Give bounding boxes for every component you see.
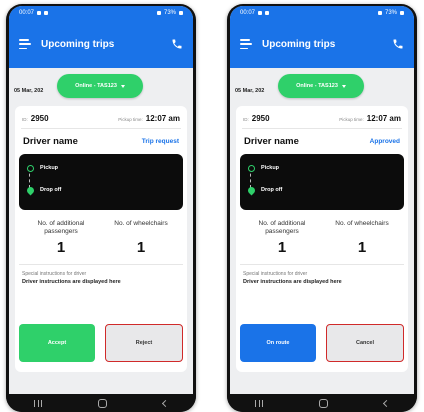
location-pin-icon [25, 185, 36, 195]
trip-card: ID: 2950 Pickup time: 12:07 am Driver na… [15, 106, 187, 372]
page-title: Upcoming trips [41, 38, 115, 50]
wheelchairs-value: 1 [136, 239, 146, 256]
wheelchairs-count: No. of wheelchairs 1 [322, 220, 402, 256]
trip-id: 2950 [30, 113, 49, 123]
passengers-count: No. of additional passengers 1 [21, 220, 101, 256]
status-bar: 00:07 73% [230, 6, 414, 20]
driver-name: Driver name [244, 135, 299, 147]
trip-date: 05 Mar, 202 [14, 88, 44, 94]
pickup-marker-icon [27, 164, 34, 172]
trip-status: Trip request [141, 137, 179, 145]
trip-id-label: ID: [243, 116, 249, 122]
phone-icon[interactable] [171, 38, 183, 50]
android-nav-bar [6, 394, 196, 412]
passengers-value: 1 [277, 239, 287, 256]
driver-row: Driver name Approved [236, 129, 408, 153]
trip-counts: No. of additional passengers 1 No. of wh… [15, 220, 187, 256]
driver-name: Driver name [23, 135, 78, 147]
app-bar: Upcoming trips [9, 20, 193, 68]
online-status-label: Online - TAS123 [296, 83, 338, 89]
trip-id: 2950 [251, 113, 270, 123]
trip-header: ID: 2950 Pickup time: 12:07 am [15, 106, 187, 124]
android-nav-bar [227, 394, 417, 412]
instructions-text: Driver instructions are displayed here [22, 279, 121, 285]
online-status-dropdown[interactable]: Online - TAS123 [57, 74, 143, 98]
menu-icon[interactable] [240, 39, 252, 49]
passengers-value: 1 [56, 239, 66, 256]
wheelchairs-label: No. of wheelchairs [335, 220, 389, 227]
trip-card: ID: 2950 Pickup time: 12:07 am Driver na… [236, 106, 408, 372]
pickup-time: 12:07 am [145, 113, 180, 123]
recents-icon[interactable] [34, 399, 42, 407]
on-route-button[interactable]: On route [240, 324, 316, 362]
menu-icon[interactable] [19, 39, 31, 49]
notification-icon [265, 11, 270, 15]
back-icon[interactable] [382, 399, 391, 407]
page-title: Upcoming trips [262, 38, 336, 50]
pickup-time-label: Pickup time: [339, 116, 364, 122]
chevron-down-icon [341, 84, 346, 88]
passengers-label: No. of additional passengers [258, 220, 306, 235]
driver-row: Driver name Trip request [15, 129, 187, 153]
phone-mockup-trip-request: 00:07 73% Upcoming trips 05 Mar, 202 Onl… [6, 4, 196, 412]
back-icon[interactable] [161, 399, 170, 407]
trip-status: Approved [369, 137, 400, 145]
online-status-label: Online - TAS123 [75, 83, 117, 89]
chevron-down-icon [120, 84, 125, 88]
status-time: 00:07 [19, 10, 35, 16]
notification-icon [258, 11, 263, 15]
status-time: 00:07 [240, 10, 256, 16]
stop-label: Pickup [261, 165, 280, 171]
phone-screen: 00:07 73% Upcoming trips 05 Mar, 202 Onl… [230, 6, 414, 398]
cancel-button[interactable]: Cancel [326, 324, 404, 362]
instructions-title: Special instructions for driver [243, 271, 308, 277]
battery-icon [179, 11, 183, 15]
stop-label: Pickup [40, 165, 59, 171]
recents-icon[interactable] [255, 399, 263, 407]
battery-icon [400, 11, 404, 15]
status-bar: 00:07 73% [9, 6, 193, 20]
online-status-dropdown[interactable]: Online - TAS123 [278, 74, 364, 98]
phone-screen: 00:07 73% Upcoming trips 05 Mar, 202 Onl… [9, 6, 193, 398]
stop-label: Drop off [40, 187, 62, 193]
location-pin-icon [246, 185, 257, 195]
battery-level: 73% [163, 10, 176, 16]
trip-counts: No. of additional passengers 1 No. of wh… [236, 220, 408, 256]
phone-icon[interactable] [392, 38, 404, 50]
stop-pickup: Pickup [27, 162, 175, 174]
pickup-time: 12:07 am [366, 113, 401, 123]
instructions-title: Special instructions for driver [22, 271, 87, 277]
route-box: Pickup Drop off [19, 154, 183, 210]
phone-mockup-approved: 00:07 73% Upcoming trips 05 Mar, 202 Onl… [227, 4, 417, 412]
action-buttons: Accept Reject [19, 324, 183, 362]
passengers-label: No. of additional passengers [37, 220, 85, 235]
app-bar: Upcoming trips [230, 20, 414, 68]
route-box: Pickup Drop off [240, 154, 404, 210]
stop-dropoff: Drop off [246, 184, 396, 196]
home-icon[interactable] [98, 398, 107, 408]
trip-header: ID: 2950 Pickup time: 12:07 am [236, 106, 408, 124]
stop-dropoff: Drop off [25, 184, 175, 196]
signal-icon [377, 11, 382, 15]
action-buttons: On route Cancel [240, 324, 404, 362]
instructions-text: Driver instructions are displayed here [243, 279, 342, 285]
stop-label: Drop off [261, 187, 283, 193]
trip-date: 05 Mar, 202 [235, 88, 265, 94]
pickup-marker-icon [248, 164, 255, 172]
wheelchairs-count: No. of wheelchairs 1 [101, 220, 181, 256]
accept-button[interactable]: Accept [19, 324, 95, 362]
signal-icon [156, 11, 161, 15]
reject-button[interactable]: Reject [105, 324, 183, 362]
pickup-time-label: Pickup time: [118, 116, 143, 122]
battery-level: 73% [384, 10, 397, 16]
passengers-count: No. of additional passengers 1 [242, 220, 322, 256]
notification-icon [37, 11, 42, 15]
wheelchairs-label: No. of wheelchairs [114, 220, 168, 227]
trip-id-label: ID: [22, 116, 28, 122]
notification-icon [44, 11, 49, 15]
wheelchairs-value: 1 [357, 239, 367, 256]
stop-pickup: Pickup [248, 162, 396, 174]
home-icon[interactable] [319, 398, 328, 408]
